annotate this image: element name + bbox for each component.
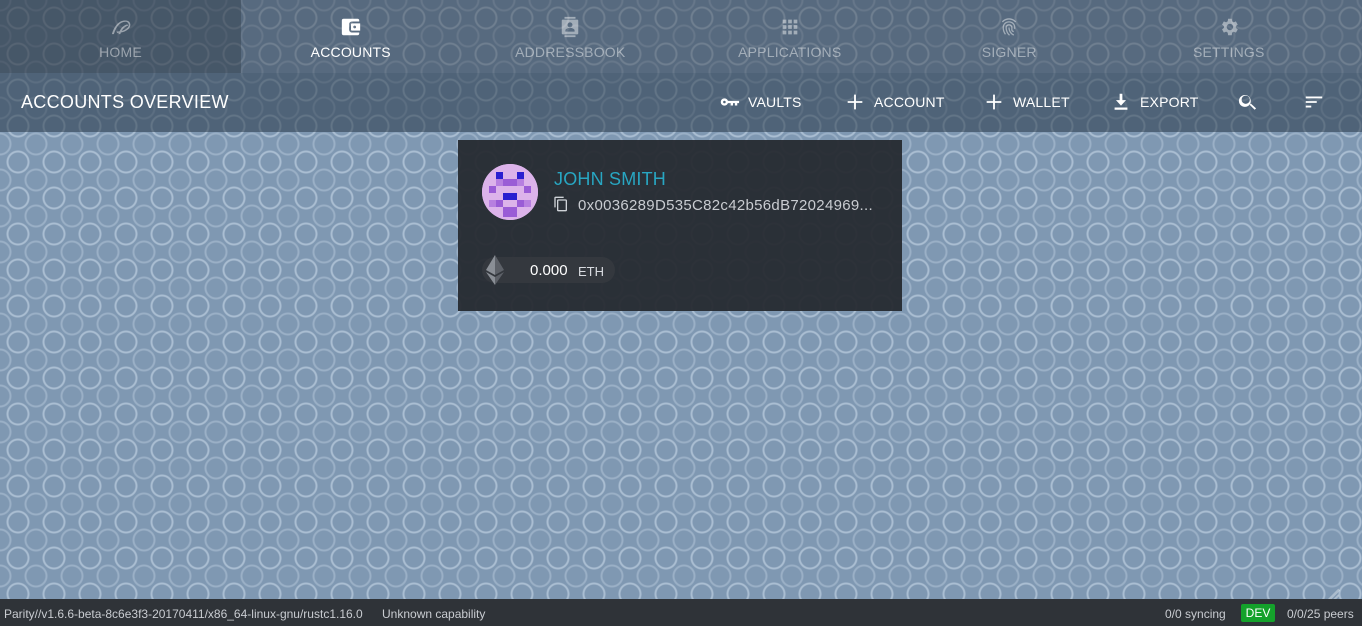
sort-icon <box>1305 96 1323 108</box>
fingerprint-icon <box>996 14 1022 40</box>
account-address: 0x0036289D535C82c42b56dB72024969... <box>578 197 873 214</box>
account-card[interactable]: JOHN SMITH 0x0036289D535C82c42b56dB72024… <box>458 140 902 311</box>
apps-grid-icon <box>777 14 803 40</box>
account-name[interactable]: JOHN SMITH <box>554 169 666 190</box>
vaults-button[interactable]: VAULTS <box>718 84 802 120</box>
tab-addressbook[interactable]: ADDRESSBOOK <box>461 0 681 73</box>
tab-label: SIGNER <box>981 44 1037 60</box>
tab-label: HOME <box>99 44 142 60</box>
wallet-label: WALLET <box>1013 94 1070 110</box>
plus-icon <box>847 94 863 110</box>
export-label: EXPORT <box>1140 94 1199 110</box>
tab-accounts[interactable]: ACCOUNTS <box>241 0 461 73</box>
balance-unit: ETH <box>578 264 604 279</box>
search-button[interactable] <box>1237 84 1267 120</box>
tab-label: SETTINGS <box>1192 44 1265 60</box>
tab-settings[interactable]: SETTINGS <box>1119 0 1339 73</box>
balance-value: 0.000 <box>530 262 568 279</box>
key-icon <box>720 98 740 106</box>
add-wallet-button[interactable]: WALLET <box>983 84 1070 120</box>
tab-label: ACCOUNTS <box>310 44 391 60</box>
ethereum-icon <box>482 253 508 287</box>
sort-button[interactable] <box>1303 84 1333 120</box>
account-label: ACCOUNT <box>874 94 945 110</box>
tab-label: ADDRESSBOOK <box>515 44 626 60</box>
capability-status: Unknown capability <box>382 607 486 621</box>
plus-icon <box>986 94 1002 110</box>
balance-chip: 0.000 ETH <box>482 255 615 285</box>
status-bar: Parity//v1.6.6-beta-8c6e3f3-20170411/x86… <box>0 599 1362 626</box>
wallet-icon <box>338 14 364 40</box>
gear-icon <box>1216 14 1242 40</box>
main-nav: HOME ACCOUNTS ADDRESSBOOK APPLICATIONS S… <box>0 0 1362 73</box>
add-account-button[interactable]: ACCOUNT <box>844 84 945 120</box>
version-string: Parity//v1.6.6-beta-8c6e3f3-20170411/x86… <box>4 607 363 621</box>
tab-label: APPLICATIONS <box>738 44 842 60</box>
page-header: ACCOUNTS OVERVIEW VAULTS ACCOUNT WALLET … <box>0 73 1362 132</box>
sync-status: 0/0 syncing <box>1165 607 1226 621</box>
page-title: ACCOUNTS OVERVIEW <box>21 92 229 112</box>
tab-home[interactable]: HOME <box>0 0 241 73</box>
peer-count: 0/0/25 peers <box>1287 607 1354 621</box>
chain-badge: DEV <box>1241 604 1275 622</box>
search-icon <box>1238 94 1257 110</box>
vaults-label: VAULTS <box>748 94 802 110</box>
tab-applications[interactable]: APPLICATIONS <box>680 0 900 73</box>
account-identicon <box>482 164 538 220</box>
copy-icon[interactable] <box>553 196 569 212</box>
export-button[interactable]: EXPORT <box>1110 84 1199 120</box>
parity-logo-icon <box>108 14 134 40</box>
contact-card-icon <box>557 14 583 40</box>
download-icon <box>1114 93 1128 110</box>
tab-signer[interactable]: SIGNER <box>900 0 1120 73</box>
